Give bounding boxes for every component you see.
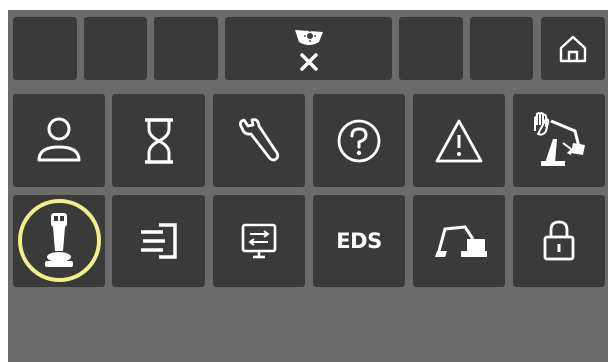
control-panel: EDS — [8, 10, 608, 362]
hand-machine-icon — [534, 111, 585, 166]
joystick-button[interactable] — [13, 195, 105, 287]
home-icon — [559, 35, 587, 62]
question-circle-icon — [337, 119, 381, 162]
home-button[interactable] — [541, 17, 605, 80]
manual-override-button[interactable] — [513, 94, 605, 187]
machine-button[interactable] — [413, 195, 505, 287]
lock-button[interactable] — [513, 195, 605, 287]
eds-label: EDS — [336, 229, 382, 253]
eds-button[interactable]: EDS — [313, 195, 405, 287]
warning-button[interactable] — [413, 94, 505, 187]
wrench-icon — [239, 117, 280, 161]
timer-button[interactable] — [112, 94, 205, 187]
blank-button-2[interactable] — [84, 17, 147, 80]
machine-icon — [435, 225, 487, 257]
blank-button-5[interactable] — [470, 17, 533, 80]
display-settings-button[interactable] — [213, 195, 305, 287]
person-icon — [37, 117, 81, 161]
padlock-icon — [543, 220, 575, 261]
monitor-swap-icon — [241, 223, 277, 259]
exit-arrow-icon — [140, 223, 177, 259]
operator-button[interactable] — [13, 94, 105, 187]
blank-button-3[interactable] — [154, 17, 218, 80]
lamp-off-icon — [294, 29, 323, 71]
blank-button-4[interactable] — [399, 17, 463, 80]
help-button[interactable] — [313, 94, 405, 187]
service-button[interactable] — [213, 94, 305, 187]
blank-button-1[interactable] — [13, 17, 77, 80]
warning-triangle-icon — [435, 119, 483, 162]
joystick-icon — [45, 213, 73, 267]
lamp-off-button[interactable] — [225, 17, 392, 80]
exit-button[interactable] — [112, 195, 205, 287]
hourglass-icon — [144, 117, 173, 164]
